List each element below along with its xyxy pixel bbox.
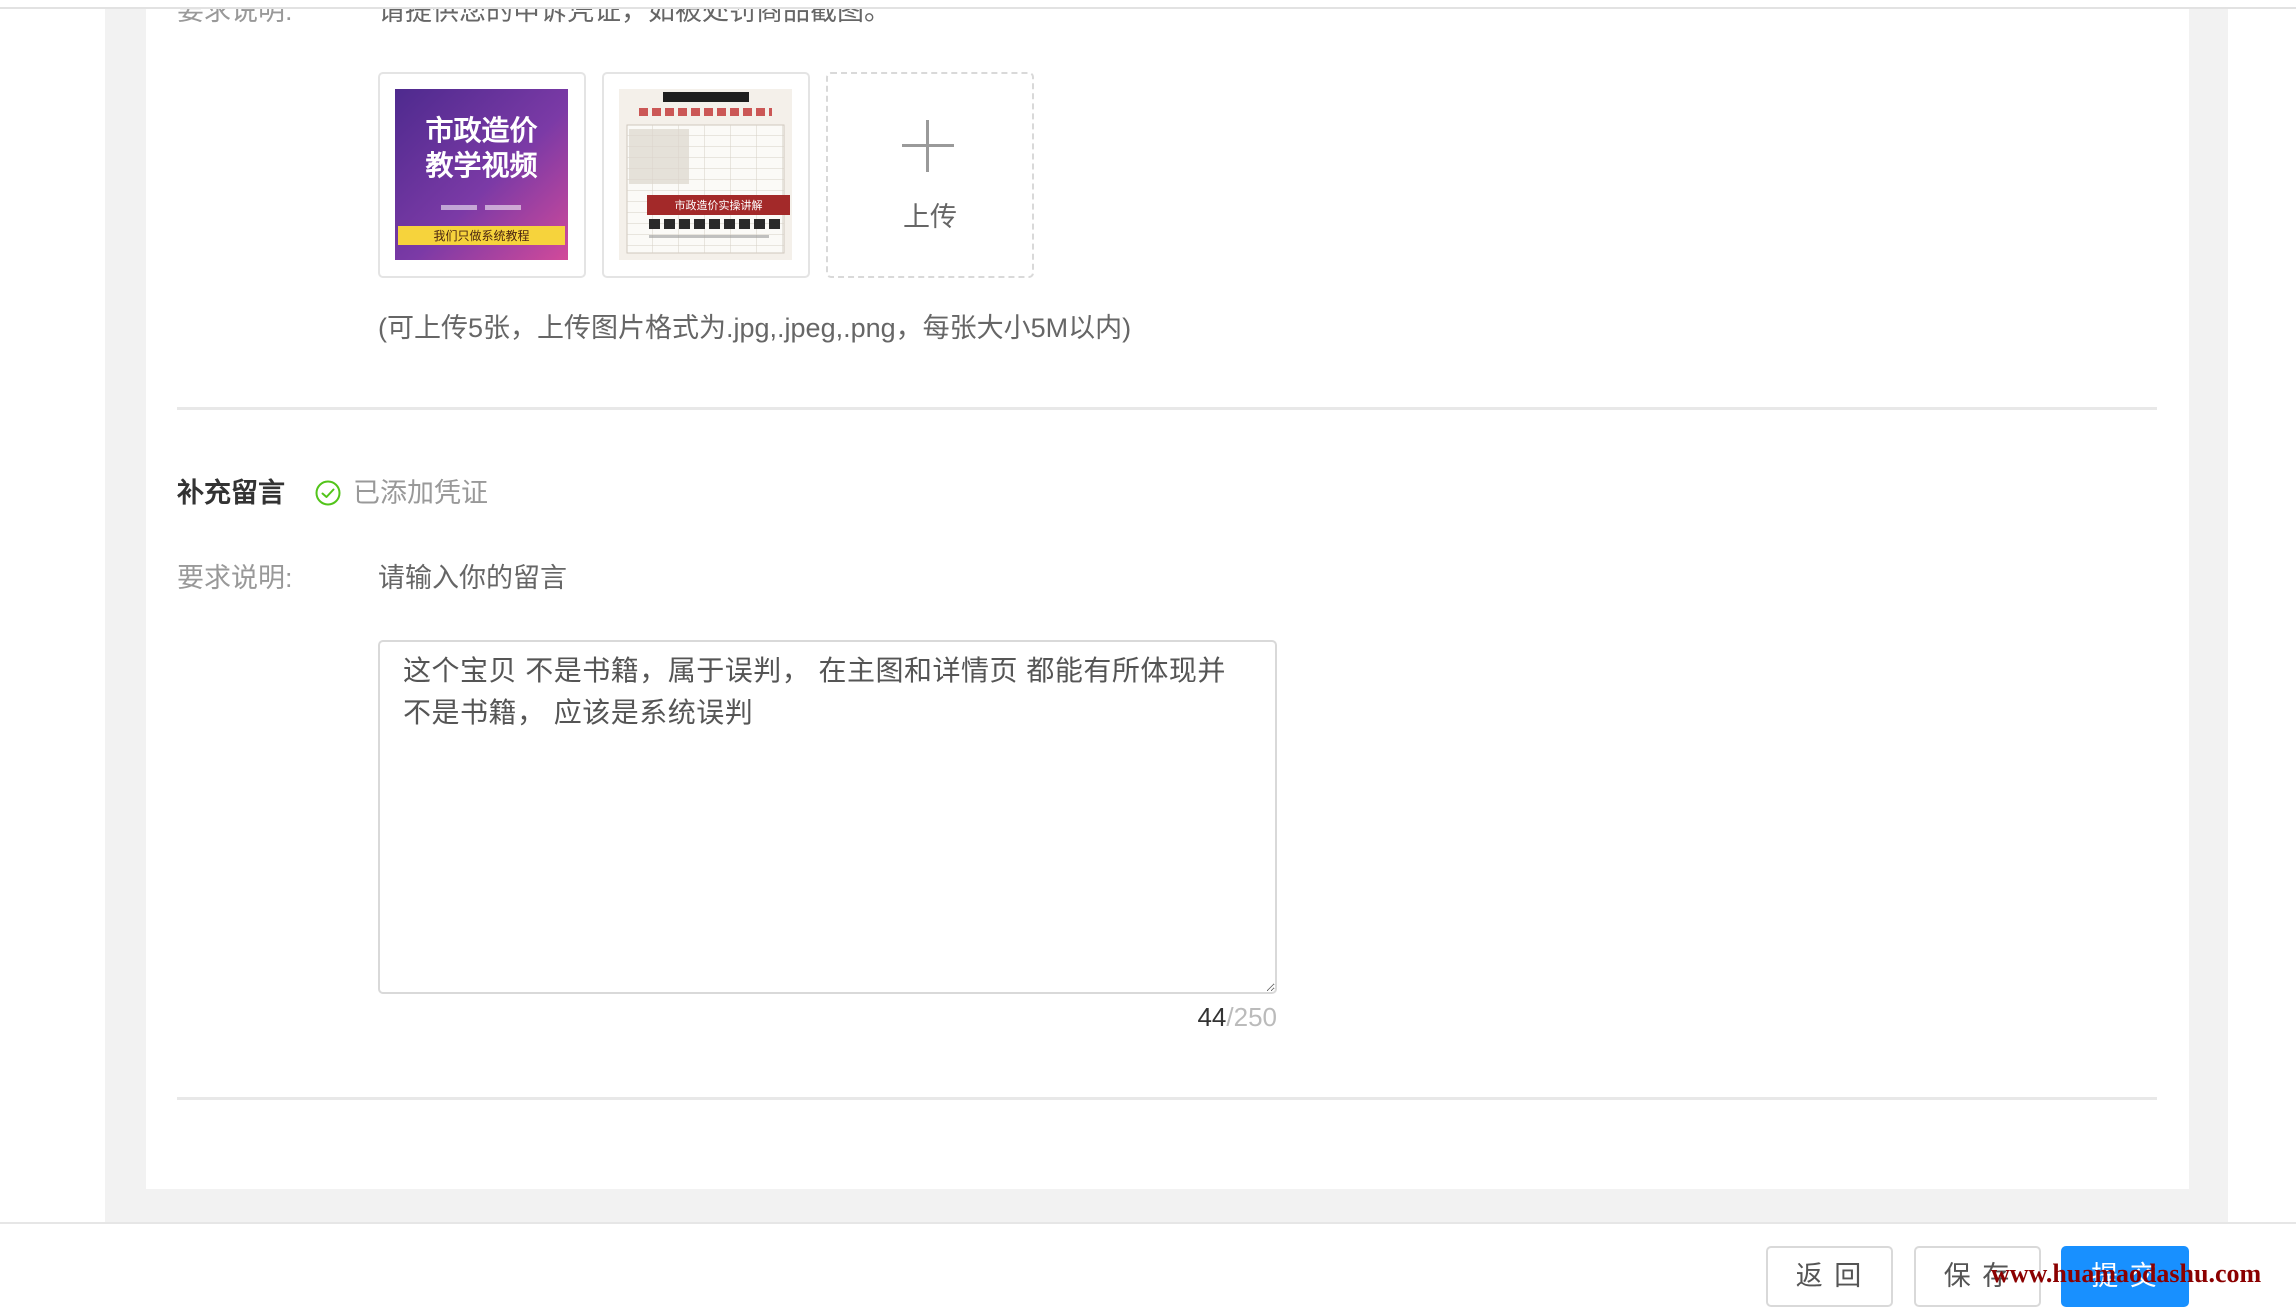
doc-icon-row [649, 219, 781, 229]
plus-icon [902, 120, 954, 172]
doc-subtitle-blur [639, 108, 772, 116]
back-button[interactable]: 返 回 [1766, 1246, 1893, 1307]
message-section-title: 补充留言 [177, 478, 285, 508]
cover-caption-blur [485, 205, 521, 210]
message-prompt: 请输入你的留言 [378, 563, 567, 593]
character-counter: 44/250 [378, 1002, 1277, 1032]
cover-title-line-1: 市政造价 [425, 114, 538, 146]
evidence-image-2[interactable]: 市政造价实操讲解 [602, 72, 810, 278]
plus-icon-vertical [926, 120, 929, 172]
character-limit: /250 [1226, 1002, 1277, 1032]
message-textarea[interactable]: 这个宝贝 不是书籍，属于误判， 在主图和详情页 都能有所体现并不是书籍， 应该是… [378, 640, 1277, 994]
doc-red-band-text: 市政造价实操讲解 [675, 198, 763, 212]
course-cover-image: 市政造价 教学视频 我们只做系统教程 [395, 89, 568, 260]
cover-caption-blur [441, 205, 477, 210]
evidence-image-1-preview: 市政造价 教学视频 我们只做系统教程 [395, 89, 568, 260]
doc-header-bar [663, 92, 749, 102]
section-divider [177, 1097, 2157, 1100]
evidence-image-1[interactable]: 市政造价 教学视频 我们只做系统教程 [378, 72, 586, 278]
cover-band-text: 我们只做系统教程 [433, 228, 529, 243]
check-mark [321, 488, 335, 498]
doc-photo-area [629, 129, 689, 184]
cover-title-line-2: 教学视频 [425, 149, 537, 181]
top-scroll-edge [0, 0, 2296, 9]
check-circle-outline [315, 480, 341, 506]
check-circle-icon [315, 480, 341, 506]
material-doc-image: 市政造价实操讲解 [619, 89, 792, 260]
character-count: 44 [1197, 1002, 1227, 1032]
upload-image-button[interactable]: 上传 [826, 72, 1034, 278]
site-watermark: www.huamaodashu.com [1991, 1259, 2262, 1288]
message-requirement-label: 要求说明: [177, 563, 293, 593]
evidence-status-text: 已添加凭证 [353, 478, 488, 508]
section-divider [177, 407, 2157, 410]
upload-hint: (可上传5张，上传图片格式为.jpg,.jpeg,.png，每张大小5M以内) [378, 313, 1132, 343]
doc-footnote-blur [649, 235, 769, 238]
evidence-image-2-preview: 市政造价实操讲解 [619, 89, 792, 260]
upload-label: 上传 [903, 202, 957, 232]
